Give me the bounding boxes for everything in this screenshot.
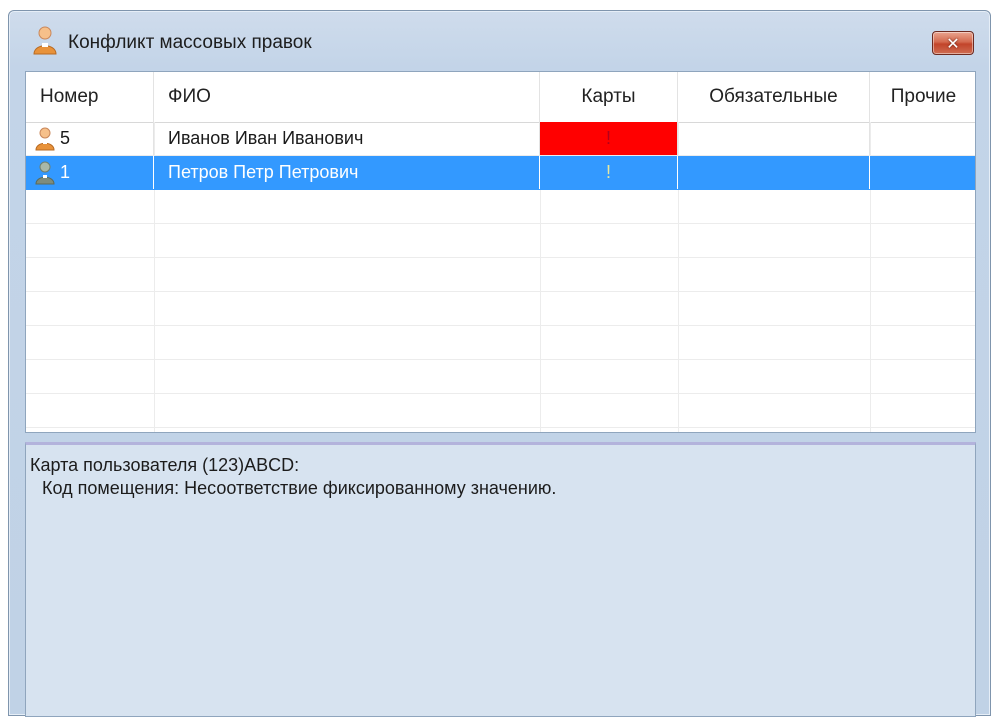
conflict-details-panel[interactable]: Карта пользователя (123)ABCD: Код помеще… xyxy=(25,442,976,717)
column-header-other[interactable]: Прочие xyxy=(870,72,975,122)
details-conflict-line: Код помещения: Несоответствие фиксирован… xyxy=(42,478,557,498)
close-button[interactable]: ✕ xyxy=(932,31,974,55)
details-card-line: Карта пользователя (123)ABCD: xyxy=(30,455,300,475)
cell-number: 1 xyxy=(26,156,154,189)
column-header-number[interactable]: Номер xyxy=(26,72,154,122)
row-number: 5 xyxy=(60,128,71,148)
cell-required xyxy=(678,156,870,189)
user-orange-icon xyxy=(35,127,55,150)
user-gray-icon xyxy=(35,161,55,184)
table-row-empty xyxy=(26,258,975,292)
user-icon xyxy=(33,26,57,55)
title-bar[interactable]: Конфликт массовых правок ✕ xyxy=(9,11,990,71)
column-header-name[interactable]: ФИО xyxy=(154,72,540,122)
table-row[interactable]: 5 Иванов Иван Иванович ! xyxy=(26,122,975,156)
table-row-empty xyxy=(26,394,975,428)
cell-name: Иванов Иван Иванович xyxy=(154,122,540,155)
cell-number: 5 xyxy=(26,122,154,155)
table-row-empty xyxy=(26,360,975,394)
row-number: 1 xyxy=(60,162,71,182)
table-row-empty xyxy=(26,326,975,360)
table-row-empty xyxy=(26,292,975,326)
cell-required xyxy=(678,122,870,155)
conflicts-table[interactable]: Номер ФИО Карты Обязательные Прочие 5 Ив xyxy=(25,71,976,433)
conflict-dialog: Конфликт массовых правок ✕ Номер ФИО Кар… xyxy=(8,10,991,717)
close-icon: ✕ xyxy=(946,33,960,53)
cell-cards-conflict: ! xyxy=(540,156,678,189)
table-row-empty xyxy=(26,224,975,258)
table-header: Номер ФИО Карты Обязательные Прочие xyxy=(26,72,975,123)
cell-cards-conflict: ! xyxy=(540,122,678,155)
table-row-empty xyxy=(26,190,975,224)
cell-other xyxy=(870,122,975,155)
column-header-cards[interactable]: Карты xyxy=(540,72,678,122)
cell-name: Петров Петр Петрович xyxy=(154,156,540,189)
column-header-required[interactable]: Обязательные xyxy=(678,72,870,122)
table-row-selected[interactable]: 1 Петров Петр Петрович ! xyxy=(26,156,975,190)
cell-other xyxy=(870,156,975,189)
window-title: Конфликт массовых правок xyxy=(68,32,312,53)
